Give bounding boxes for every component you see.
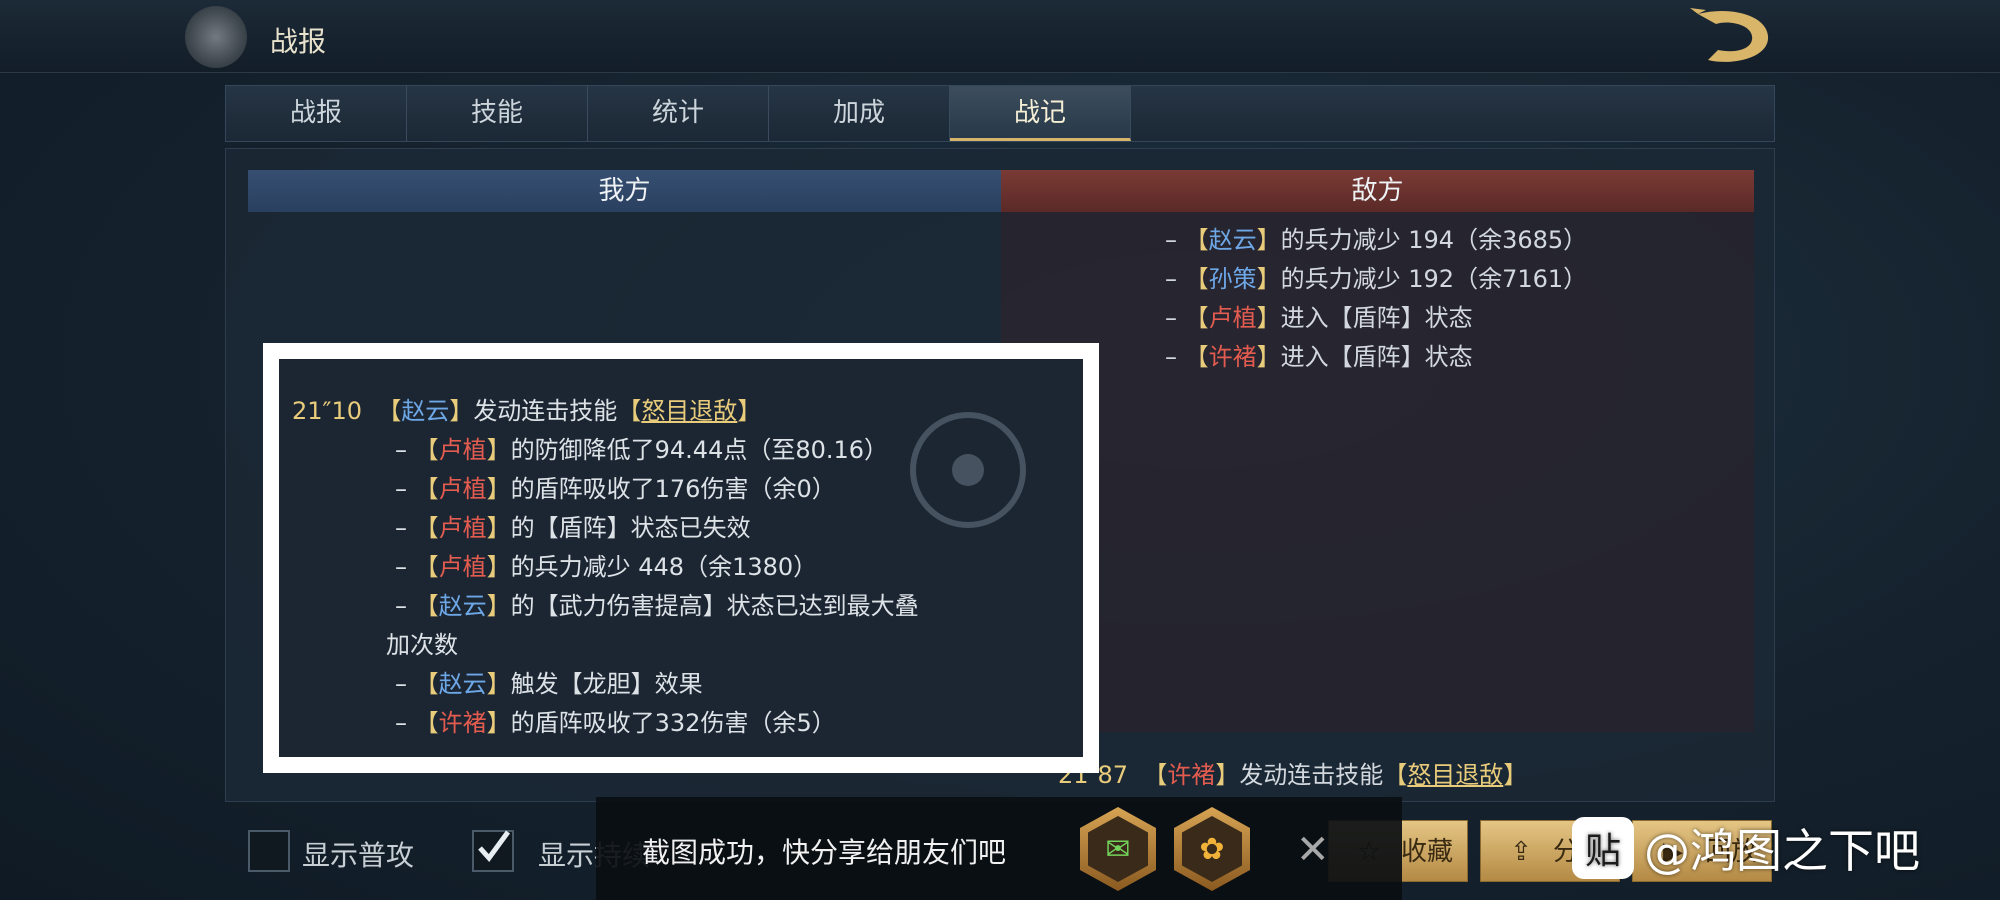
checkmark-icon xyxy=(478,830,511,862)
highlight-line: – 【赵云】触发【龙胆】效果 xyxy=(395,670,703,698)
tab-battle-report[interactable]: 战报 xyxy=(226,86,407,141)
enemy-log-line: – 【孙策】的兵力减少 192（余7161） xyxy=(1165,265,1588,293)
tab-bonus[interactable]: 加成 xyxy=(769,86,950,141)
tab-battle-log[interactable]: 战记 xyxy=(950,86,1131,141)
close-icon[interactable]: ✕ xyxy=(1296,827,1330,873)
highlight-line: – 【卢植】的盾阵吸收了176伤害（余0） xyxy=(395,475,836,503)
highlight-entry-header: 21″10 【赵云】发动连击技能【怒目退敌】 xyxy=(292,397,762,425)
our-side-header: 我方 xyxy=(248,170,1001,212)
enemy-log-entry: 21″87 【许褚】发动连击技能【怒目退敌】 xyxy=(1058,761,1528,789)
dragon-emblem-icon xyxy=(185,6,247,68)
tab-skills[interactable]: 技能 xyxy=(407,86,588,141)
enemy-log-line: – 【卢植】进入【盾阵】状态 xyxy=(1165,304,1473,332)
watermark-circle-icon xyxy=(910,412,1026,528)
highlight-line: – 【卢植】的防御降低了94.44点（至80.16） xyxy=(395,436,889,464)
wechat-icon: ✉ xyxy=(1088,816,1148,882)
toast-message: 截图成功，快分享给朋友们吧 xyxy=(642,836,1007,869)
forum-watermark: 贴 @鸿图之下吧 xyxy=(1572,808,1920,888)
tab-stats[interactable]: 统计 xyxy=(588,86,769,141)
highlight-line: – 【卢植】的【盾阵】状态已失效 xyxy=(395,514,751,542)
moments-icon: ✿ xyxy=(1182,816,1242,882)
highlight-line: – 【许褚】的盾阵吸收了332伤害（余5） xyxy=(395,709,836,737)
highlight-line: – 【卢植】的兵力减少 448（余1380） xyxy=(395,553,818,581)
show-normal-attack-checkbox[interactable] xyxy=(248,830,290,872)
highlight-line: – 【赵云】的【武力伤害提高】状态已达到最大叠 xyxy=(395,592,919,620)
share-toast: 截图成功，快分享给朋友们吧 ✉ ✿ ✕ xyxy=(596,797,1402,900)
page-title: 战报 xyxy=(270,25,327,58)
skill-link[interactable]: 怒目退敌 xyxy=(1407,761,1503,789)
moments-share-button[interactable]: ✿ xyxy=(1174,807,1250,891)
wechat-share-button[interactable]: ✉ xyxy=(1080,807,1156,891)
highlight-line-wrap: 加次数 xyxy=(386,631,458,659)
top-bar: 战报 xyxy=(0,0,2000,73)
tab-bar: 战报 技能 统计 加成 战记 xyxy=(225,85,1775,142)
tieba-logo-icon: 贴 xyxy=(1572,817,1634,879)
enemy-log-line: – 【赵云】的兵力减少 194（余3685） xyxy=(1165,226,1588,254)
show-continuous-checkbox[interactable] xyxy=(472,830,514,872)
watermark-text: @鸿图之下吧 xyxy=(1644,824,1920,878)
enemy-log-line: – 【许褚】进入【盾阵】状态 xyxy=(1165,343,1473,371)
back-dragon-icon[interactable] xyxy=(1688,6,1774,66)
show-normal-attack-label: 显示普攻 xyxy=(302,839,415,872)
skill-link[interactable]: 怒目退敌 xyxy=(641,397,737,425)
share-icon: ⇪ xyxy=(1510,837,1532,867)
enemy-side-header: 敌方 xyxy=(1001,170,1754,212)
